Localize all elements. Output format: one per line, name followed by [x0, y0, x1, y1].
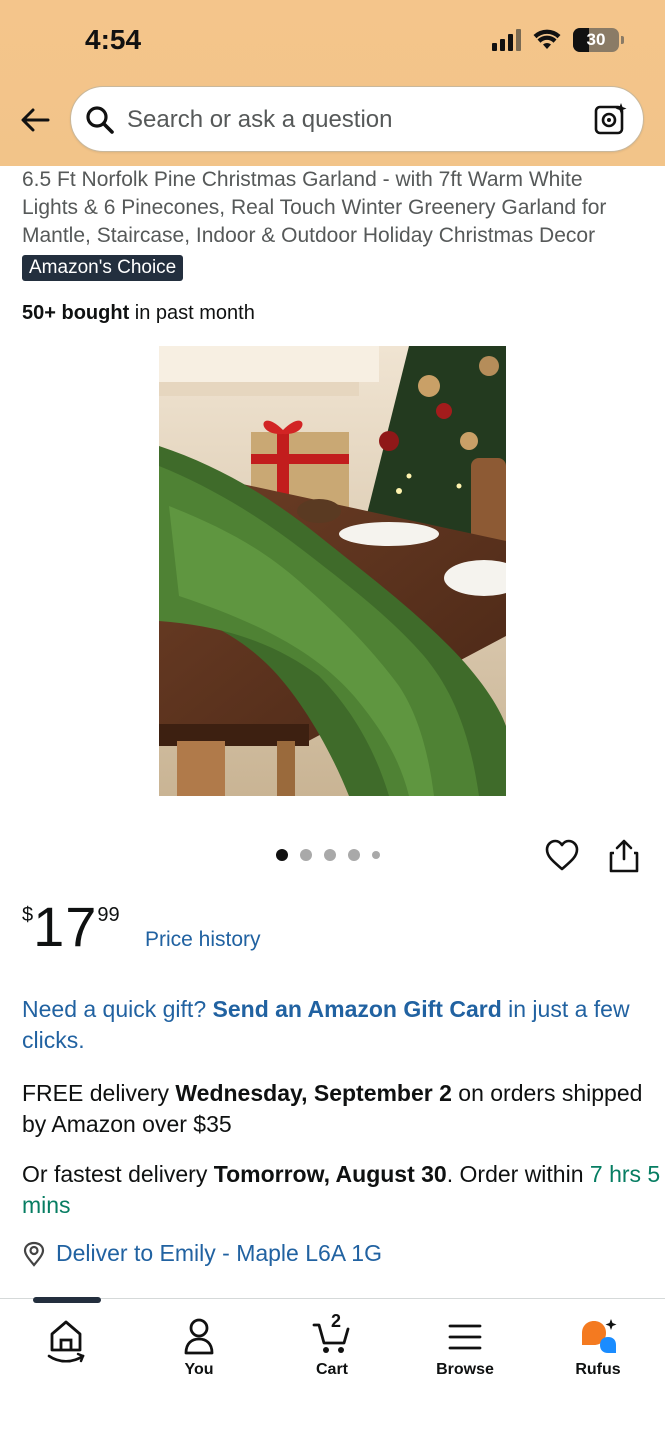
- fastest-middle: . Order within: [446, 1161, 590, 1187]
- signal-icon: [492, 29, 521, 51]
- deliver-to-location[interactable]: Deliver to Emily - Maple L6A 1G: [22, 1240, 382, 1267]
- price-symbol: $: [22, 904, 34, 926]
- cart-count: 2: [331, 1311, 342, 1331]
- user-icon: [184, 1318, 214, 1355]
- bought-count-bold: 50+ bought: [22, 302, 130, 324]
- nav-cart[interactable]: 2 Cart: [282, 1311, 382, 1379]
- bought-count: 50+ bought in past month: [22, 302, 255, 325]
- wifi-icon: [533, 29, 561, 49]
- carousel-dot[interactable]: [300, 849, 312, 861]
- fastest-prefix: Or fastest delivery: [22, 1161, 214, 1187]
- amazons-choice-badge: Amazon's Choice: [22, 255, 184, 281]
- delivery-prefix: FREE delivery: [22, 1080, 176, 1106]
- gift-prefix: Need a quick gift?: [22, 996, 213, 1022]
- fastest-date: Tomorrow, August 30: [213, 1161, 447, 1187]
- bought-count-rest: in past month: [129, 302, 255, 324]
- back-arrow-icon[interactable]: [18, 103, 52, 137]
- heart-icon[interactable]: [544, 838, 580, 874]
- home-icon: [47, 1320, 85, 1363]
- image-carousel-dots[interactable]: [276, 849, 380, 861]
- carousel-dot[interactable]: [348, 849, 360, 861]
- carousel-dot[interactable]: [372, 851, 380, 859]
- price-whole: 17: [33, 895, 98, 958]
- gift-card-promo[interactable]: Need a quick gift? Send an Amazon Gift C…: [22, 994, 647, 1056]
- price: $ 17 99: [22, 898, 120, 956]
- carousel-dot[interactable]: [324, 849, 336, 861]
- nav-rufus[interactable]: Rufus: [548, 1317, 648, 1379]
- header: 4:54 30: [0, 0, 665, 166]
- battery-icon: 30: [573, 28, 624, 52]
- bottom-nav: You 2 Cart Browse Rufus: [0, 1297, 665, 1440]
- nav-browse[interactable]: Browse: [415, 1317, 515, 1379]
- carousel-dot[interactable]: [276, 849, 288, 861]
- price-fraction: 99: [97, 904, 120, 926]
- free-delivery-info: FREE delivery Wednesday, September 2 on …: [22, 1078, 647, 1140]
- camera-lens-icon[interactable]: [593, 101, 629, 137]
- menu-icon: [448, 1324, 482, 1350]
- active-tab-indicator: [33, 1297, 101, 1303]
- search-bar[interactable]: [70, 86, 644, 152]
- delivery-date: Wednesday, September 2: [175, 1080, 452, 1106]
- share-icon[interactable]: [608, 838, 640, 874]
- product-title[interactable]: 6.5 Ft Norfolk Pine Christmas Garland - …: [22, 166, 642, 250]
- location-pin-icon: [23, 1241, 45, 1267]
- search-input[interactable]: [127, 103, 567, 137]
- garland-photo: [159, 346, 506, 796]
- battery-level: 30: [586, 30, 606, 49]
- search-icon: [86, 106, 114, 134]
- price-history-link[interactable]: Price history: [145, 928, 261, 952]
- deliver-to-text[interactable]: Deliver to Emily - Maple L6A 1G: [56, 1240, 382, 1267]
- status-icons: 30: [492, 28, 624, 52]
- gift-card-link[interactable]: Send an Amazon Gift Card: [213, 996, 502, 1022]
- rufus-icon: [582, 1319, 617, 1353]
- status-time: 4:54: [85, 24, 142, 55]
- nav-home[interactable]: [16, 1317, 116, 1365]
- nav-rufus-label: Rufus: [575, 1361, 621, 1378]
- nav-cart-label: Cart: [315, 1361, 348, 1378]
- nav-browse-label: Browse: [436, 1361, 494, 1378]
- nav-you-label: You: [184, 1361, 214, 1378]
- nav-you[interactable]: You: [149, 1317, 249, 1379]
- fastest-delivery-info: Or fastest delivery Tomorrow, August 30.…: [22, 1159, 662, 1221]
- product-image[interactable]: [159, 346, 506, 796]
